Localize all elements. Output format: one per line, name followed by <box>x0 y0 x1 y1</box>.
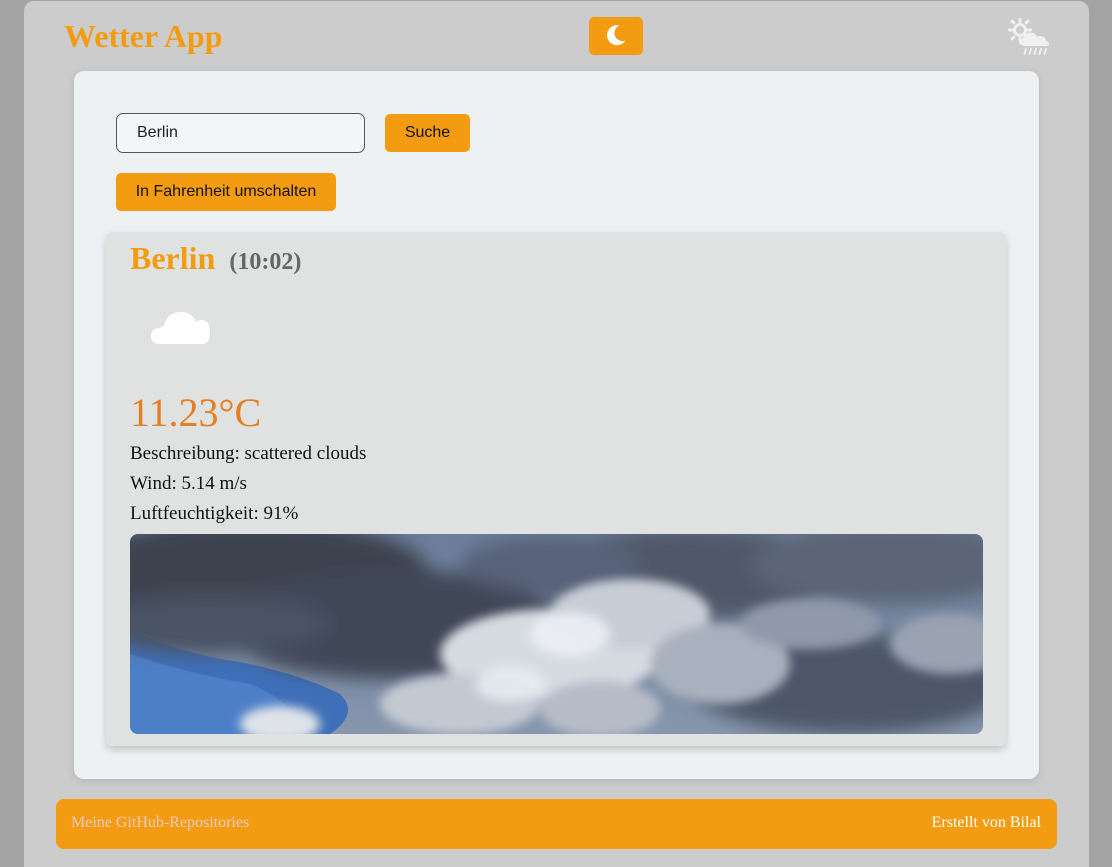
author-credit: Erstellt von Bilal <box>931 814 1041 831</box>
city-name: Berlin <box>130 240 216 276</box>
local-time: (10:02) <box>229 249 302 275</box>
fahrenheit-toggle-button[interactable]: In Fahrenheit umschalten <box>116 173 336 211</box>
sun-cloud-rain-icon <box>1008 17 1050 57</box>
search-button[interactable]: Suche <box>385 114 470 152</box>
cloud-icon <box>150 306 212 346</box>
weather-card: Berlin (10:02) 11.23°C Beschreibung: scat… <box>106 232 1006 746</box>
temperature: 11.23°C <box>130 390 262 435</box>
city-heading: Berlin (10:02) <box>130 240 301 277</box>
cloudy-sky-photo <box>130 534 983 734</box>
wind-label: Wind: <box>130 473 177 494</box>
app-title: Wetter App <box>64 18 223 54</box>
humidity-label: Luftfeuchtigkeit: <box>130 503 259 524</box>
footer: Meine GitHub-Repositories Erstellt von B… <box>56 799 1057 849</box>
description-line: Beschreibung: scattered clouds <box>130 442 366 466</box>
app-shell: Wetter App Berlin Suche In Fahrenheit um… <box>24 1 1089 867</box>
header: Wetter App <box>24 1 1089 71</box>
wind-line: Wind: 5.14 m/s <box>130 472 247 496</box>
moon-icon <box>604 23 628 50</box>
github-repositories-link[interactable]: Meine GitHub-Repositories <box>71 814 249 832</box>
wind-value: 5.14 m/s <box>181 473 247 494</box>
search-input[interactable] <box>116 113 365 153</box>
description-value: scattered clouds <box>244 443 367 464</box>
theme-toggle-button[interactable] <box>589 17 643 55</box>
humidity-line: Luftfeuchtigkeit: 91% <box>130 502 298 526</box>
main-card: Suche In Fahrenheit umschalten Berlin (10… <box>74 71 1039 779</box>
description-label: Beschreibung: <box>130 443 240 464</box>
humidity-value: 91% <box>263 503 299 524</box>
